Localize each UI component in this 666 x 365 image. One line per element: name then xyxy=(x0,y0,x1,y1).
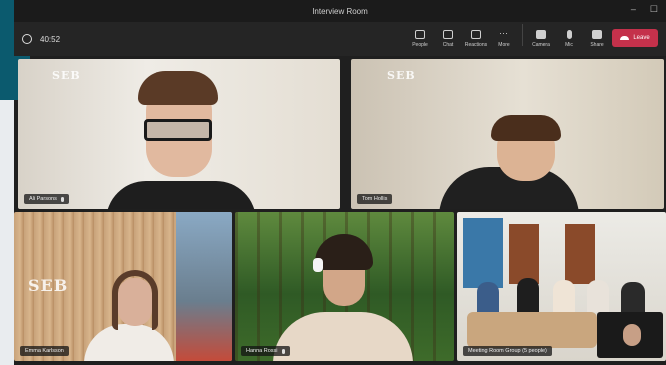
participant-name-tag: Emma Karlsson xyxy=(20,346,69,356)
participant-hair xyxy=(491,115,561,141)
room-person xyxy=(517,278,539,312)
meeting-timer: 40:52 xyxy=(22,34,60,44)
title-bar: Interview Room – ☐ xyxy=(14,0,666,22)
participant-name-tag: Tom Hollis xyxy=(357,194,393,204)
desktop-background-window xyxy=(0,100,14,365)
mic-button[interactable]: Mic xyxy=(555,24,583,54)
timer-text: 40:52 xyxy=(40,34,61,44)
shield-icon xyxy=(22,34,32,44)
reactions-button[interactable]: Reactions xyxy=(462,24,490,54)
participant-hair xyxy=(112,270,158,330)
chat-icon xyxy=(443,30,453,39)
minimize-button[interactable]: – xyxy=(631,4,636,15)
video-tile[interactable]: SEB Emma Karlsson xyxy=(14,212,232,361)
company-logo: SEB xyxy=(387,69,416,82)
wooden-door xyxy=(565,224,595,284)
room-person xyxy=(477,282,499,312)
self-view-face xyxy=(623,324,641,346)
video-tile[interactable]: Meeting Room Group (5 people) xyxy=(457,212,666,361)
participant-figure xyxy=(106,181,256,209)
mic-icon xyxy=(60,196,64,202)
chat-button[interactable]: Chat xyxy=(434,24,462,54)
more-button[interactable]: ··· More xyxy=(490,24,518,54)
company-logo: SEB xyxy=(28,276,69,295)
share-icon xyxy=(592,30,602,39)
glasses xyxy=(144,119,212,141)
meeting-toolbar: 40:52 People Chat Reactions ··· More Came… xyxy=(14,22,666,56)
maximize-button[interactable]: ☐ xyxy=(650,4,658,15)
video-tile[interactable]: Hanna Rossi xyxy=(235,212,454,361)
headphones-icon xyxy=(313,258,323,272)
camera-icon xyxy=(536,30,546,39)
video-tile[interactable]: SEB Tom Hollis xyxy=(351,59,664,209)
mic-icon xyxy=(566,30,572,39)
reactions-icon xyxy=(471,30,481,39)
participant-name-tag: Meeting Room Group (5 people) xyxy=(463,346,552,356)
people-icon xyxy=(415,30,425,39)
room-person xyxy=(553,280,575,312)
company-logo: SEB xyxy=(52,69,81,82)
people-button[interactable]: People xyxy=(406,24,434,54)
poster-banner xyxy=(463,218,503,288)
leave-button[interactable]: Leave xyxy=(612,29,658,47)
share-button[interactable]: Share xyxy=(583,24,611,54)
phone-hangup-icon xyxy=(620,36,630,40)
wooden-door xyxy=(509,224,539,284)
participant-hair xyxy=(138,71,218,105)
window-city-view xyxy=(176,212,232,361)
room-person xyxy=(587,280,609,312)
meeting-table xyxy=(467,312,597,348)
participant-name-tag: Ali Parsons xyxy=(24,194,69,204)
participant-name-tag: Hanna Rossi xyxy=(241,346,290,356)
mic-icon xyxy=(281,348,285,354)
camera-button[interactable]: Camera xyxy=(527,24,555,54)
more-icon: ··· xyxy=(499,28,508,38)
room-person xyxy=(621,282,645,312)
toolbar-divider xyxy=(522,24,523,46)
video-tile[interactable]: SEB Ali Parsons xyxy=(18,59,340,209)
window-title: Interview Room xyxy=(312,6,368,16)
